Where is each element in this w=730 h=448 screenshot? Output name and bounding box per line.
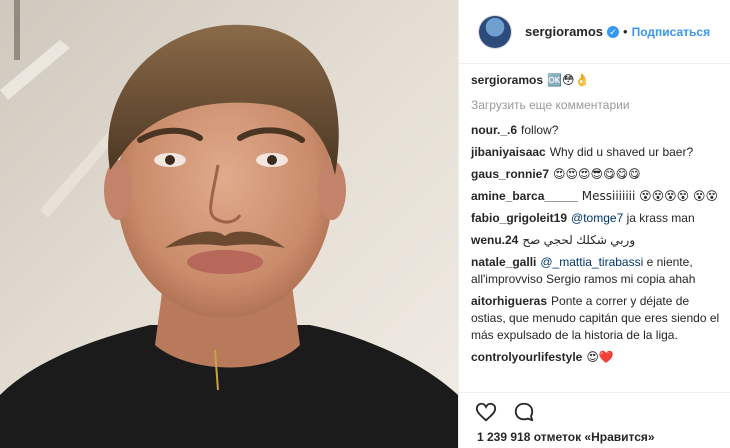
- comment-item: jibaniyaisaac Why did u shaved ur baer?: [471, 144, 723, 161]
- follow-button[interactable]: Подписаться: [632, 25, 710, 39]
- comment-username[interactable]: gaus_ronnie7: [471, 167, 549, 181]
- header-username[interactable]: sergioramos: [525, 24, 603, 39]
- comment-item: nour._.6 follow?: [471, 122, 723, 139]
- comment-username[interactable]: controlyourlifestyle: [471, 350, 582, 364]
- verified-badge-icon: ✓: [607, 25, 620, 38]
- comment-text: 😍❤️: [586, 350, 614, 364]
- caption: sergioramos 🆗😳👌: [471, 72, 723, 89]
- comment-item: natale_galli @_mattia_tirabassi e niente,…: [471, 254, 723, 288]
- comment-item: fabio_grigoleit19 @tomge7 ja krass man: [471, 210, 723, 227]
- comment-username[interactable]: fabio_grigoleit19: [471, 211, 567, 225]
- header-separator: •: [623, 24, 628, 39]
- comment-mention-link[interactable]: @_mattia_tirabassi: [540, 255, 643, 269]
- comment-icon[interactable]: [513, 401, 535, 423]
- comment-item: amine_barca_____ Messiiiiiii 😵😵😵😵 😵😵: [471, 188, 723, 205]
- comment-username[interactable]: jibaniyaisaac: [471, 145, 546, 159]
- comment-username[interactable]: natale_galli: [471, 255, 536, 269]
- comment-username[interactable]: wenu.24: [471, 233, 518, 247]
- comments-list: sergioramos 🆗😳👌 Загрузить еще комментарии…: [471, 72, 723, 371]
- comment-text: follow?: [521, 123, 559, 137]
- post-sidebar: sergioramos ✓ • Подписаться sergioramos 🆗…: [458, 0, 730, 448]
- heart-icon[interactable]: [475, 401, 497, 423]
- selfie-image: [0, 0, 458, 448]
- comment-mention-link[interactable]: @tomge7: [571, 211, 623, 225]
- comment-text: Why did u shaved ur baer?: [549, 145, 694, 159]
- load-more-comments-link[interactable]: Загрузить еще комментарии: [471, 97, 723, 114]
- comment-username[interactable]: amine_barca_____: [471, 189, 578, 203]
- comment-username[interactable]: aitorhigueras: [471, 294, 547, 308]
- caption-text: 🆗😳👌: [547, 73, 590, 87]
- comment-item: aitorhigueras Ponte a correr y déjate de …: [471, 293, 723, 344]
- post-header: sergioramos ✓ • Подписаться: [459, 0, 730, 64]
- comment-username[interactable]: nour._.6: [471, 123, 517, 137]
- comment-text: Messiiiiiii 😵😵😵😵 😵😵: [581, 189, 719, 203]
- comment-text: وربي شكلك لحجي صح: [522, 233, 636, 247]
- comment-item: gaus_ronnie7 😍😍😍😎😋😋😋: [471, 166, 723, 183]
- comment-item: wenu.24 وربي شكلك لحجي صح: [471, 232, 723, 249]
- comment-text: ja krass man: [626, 211, 695, 225]
- comment-item: controlyourlifestyle 😍❤️: [471, 349, 723, 366]
- avatar-icon[interactable]: [479, 15, 511, 48]
- comment-text: 😍😍😍😎😋😋😋: [553, 167, 641, 181]
- likes-count[interactable]: 1 239 918 отметок «Нравится»: [477, 430, 655, 444]
- post-photo[interactable]: [0, 0, 458, 448]
- caption-username[interactable]: sergioramos: [471, 73, 543, 87]
